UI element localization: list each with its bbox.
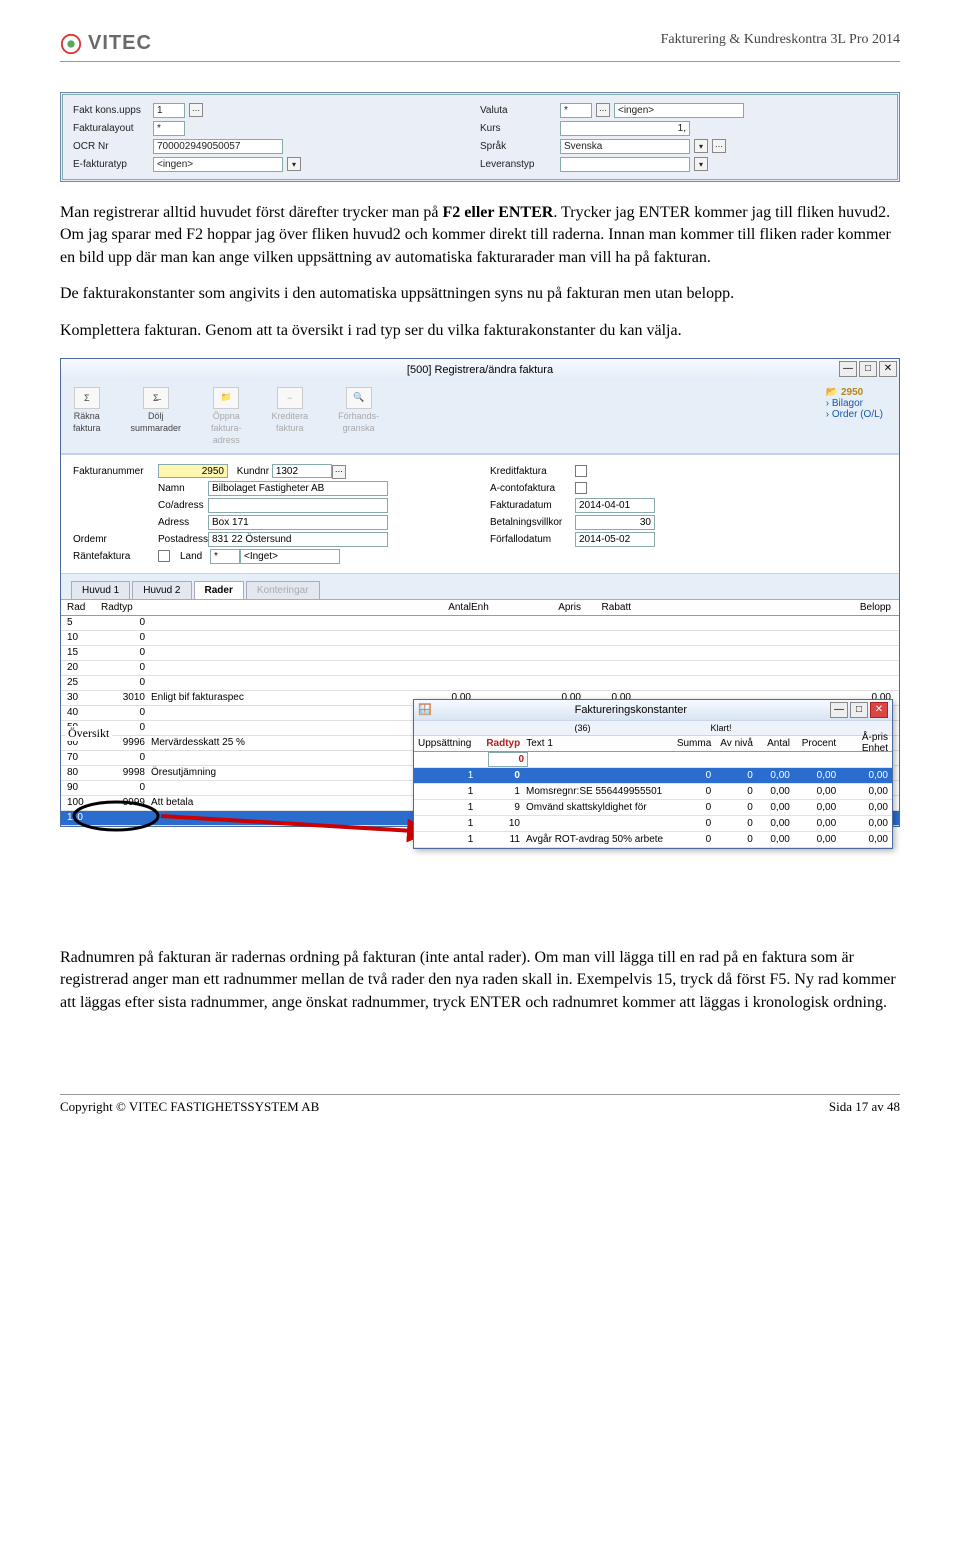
app-titlebar: [500] Registrera/ändra faktura — □ ✕ [61, 359, 899, 381]
window-icon: 🪟 [418, 703, 432, 716]
field-land[interactable]: * [210, 549, 240, 564]
tab-konteringar: Konteringar [246, 581, 320, 599]
app-window: [500] Registrera/ändra faktura — □ ✕ ΣRä… [60, 358, 900, 827]
field-fakt-kons-upps[interactable]: 1 [153, 103, 185, 118]
table-row[interactable]: 50 [61, 616, 899, 631]
toolbar-forhandsgranska: 🔍Förhands-granska [338, 387, 379, 445]
checkbox-kreditfaktura[interactable] [575, 465, 587, 477]
field-forfallodatum[interactable]: 2014-05-02 [575, 532, 655, 547]
field-postadress[interactable]: 831 22 Östersund [208, 532, 388, 547]
toolbar-rakna-faktura[interactable]: ΣRäknafaktura [73, 387, 101, 445]
field-fakturalayout[interactable]: * [153, 121, 185, 136]
link-order[interactable]: › Order (O/L) [826, 409, 883, 420]
paragraph-1: Man registrerar alltid huvudet först där… [60, 202, 900, 269]
tab-huvud2[interactable]: Huvud 2 [132, 581, 191, 599]
close-icon[interactable]: ✕ [870, 702, 888, 718]
list-item[interactable]: 11Momsregnr:SE 556449955501000,000,000,0… [414, 784, 892, 800]
tab-huvud1[interactable]: Huvud 1 [71, 581, 130, 599]
popup-input-row: 0 [414, 752, 892, 768]
link-bilagor[interactable]: › Bilagor [826, 398, 883, 409]
field-valuta-name: <ingen> [614, 103, 744, 118]
field-co[interactable] [208, 498, 388, 513]
body-text-2: Radnumren på fakturan är radernas ordnin… [60, 947, 900, 1014]
popup-status: (36)Klart! [414, 720, 892, 736]
overlay-oversikt: Översikt [65, 726, 112, 741]
close-icon[interactable]: ✕ [879, 361, 897, 377]
field-sprak[interactable]: Svenska [560, 139, 690, 154]
toolbar-oppna-fakturaadress: 📁Öppnafaktura-adress [211, 387, 242, 445]
minimize-icon[interactable]: — [830, 702, 848, 718]
selector-icon[interactable]: ⋯ [596, 103, 610, 117]
checkbox-rantefaktura[interactable] [158, 550, 170, 562]
field-valuta[interactable]: * [560, 103, 592, 118]
paragraph-2: De fakturakonstanter som angivits i den … [60, 283, 900, 305]
dropdown-icon[interactable]: ▾ [694, 157, 708, 171]
popup-header: Uppsättning Radtyp Text 1 Summa Av nivå … [414, 736, 892, 752]
page-header: VITEC Fakturering & Kundreskontra 3L Pro… [60, 32, 900, 62]
annotation-arrow [71, 798, 451, 858]
field-efakturatyp[interactable]: <ingen> [153, 157, 283, 172]
toolbar: ΣRäknafaktura Σ̶Döljsummarader 📁Öppnafak… [61, 381, 899, 454]
list-item[interactable]: 111Avgår ROT-avdrag 50% arbete000,000,00… [414, 832, 892, 848]
popup-faktureringskonstanter: 🪟 Faktureringskonstanter — □ ✕ (36)Klart… [413, 699, 893, 849]
field-betalningsvillkor[interactable]: 30 [575, 515, 655, 530]
field-kundnr[interactable]: 1302 [272, 464, 332, 478]
label-leveranstyp: Leveranstyp [480, 159, 560, 170]
toolbar-dolj-summarader[interactable]: Σ̶Döljsummarader [131, 387, 182, 445]
maximize-icon[interactable]: □ [859, 361, 877, 377]
label-fakt-kons-upps: Fakt kons.upps [73, 105, 153, 116]
page-footer: Copyright © VITEC FASTIGHETSSYSTEM AB Si… [60, 1094, 900, 1115]
field-fakturanummer[interactable]: 2950 [158, 464, 228, 478]
logo: VITEC [60, 32, 152, 55]
list-item[interactable]: 10000,000,000,00 [414, 768, 892, 784]
field-fakturadatum[interactable]: 2014-04-01 [575, 498, 655, 513]
field-adress[interactable]: Box 171 [208, 515, 388, 530]
field-kurs[interactable]: 1, [560, 121, 690, 136]
checkbox-acontofaktura[interactable] [575, 482, 587, 494]
label-valuta: Valuta [480, 105, 560, 116]
app-title-text: [500] Registrera/ändra faktura [407, 364, 553, 376]
table-row[interactable]: 250 [61, 676, 899, 691]
field-namn[interactable]: Bilbolaget Fastigheter AB [208, 481, 388, 496]
field-ocr-nr[interactable]: 700002949050057 [153, 139, 283, 154]
selector-icon[interactable]: ⋯ [189, 103, 203, 117]
logo-text: VITEC [88, 32, 152, 55]
folder-icon: 📂 [826, 387, 838, 398]
dropdown-icon[interactable]: ▾ [694, 139, 708, 153]
label-sprak: Språk [480, 141, 560, 152]
popup-radtyp-input[interactable]: 0 [488, 752, 528, 767]
popup-title-text: Faktureringskonstanter [432, 704, 830, 716]
label-efakturatyp: E-fakturatyp [73, 159, 153, 170]
table-row[interactable]: 100 [61, 631, 899, 646]
paragraph-4: Radnumren på fakturan är radernas ordnin… [60, 947, 900, 1014]
list-item[interactable]: 110000,000,000,00 [414, 816, 892, 832]
maximize-icon[interactable]: □ [850, 702, 868, 718]
footer-copyright: Copyright © VITEC FASTIGHETSSYSTEM AB [60, 1099, 319, 1115]
toolbar-right-links: 📂 2950 › Bilagor › Order (O/L) [826, 387, 883, 420]
label-fakturalayout: Fakturalayout [73, 123, 153, 134]
grid-header: Rad Radtyp Antal Enh Apris Rabatt Belopp [61, 600, 899, 616]
selector-icon[interactable]: ⋯ [332, 465, 346, 479]
toolbar-kreditera-faktura: −Krediterafaktura [272, 387, 309, 445]
selector-icon[interactable]: ⋯ [712, 139, 726, 153]
tab-rader[interactable]: Rader [194, 581, 244, 600]
paragraph-3: Komplettera fakturan. Genom att ta övers… [60, 320, 900, 342]
dropdown-icon[interactable]: ▾ [287, 157, 301, 171]
list-item[interactable]: 19Omvänd skattskyldighet för000,000,000,… [414, 800, 892, 816]
settings-panel: Fakt kons.upps1⋯ Fakturalayout* OCR Nr70… [60, 92, 900, 182]
logo-icon [60, 33, 82, 55]
doc-title: Fakturering & Kundreskontra 3L Pro 2014 [661, 32, 900, 48]
minimize-icon[interactable]: — [839, 361, 857, 377]
footer-page: Sida 17 av 48 [829, 1099, 900, 1115]
field-leveranstyp[interactable] [560, 157, 690, 172]
table-row[interactable]: 200 [61, 661, 899, 676]
table-row[interactable]: 150 [61, 646, 899, 661]
label-ocr-nr: OCR Nr [73, 141, 153, 152]
details-pane: Fakturanummer2950 Kundnr 1302⋯ NamnBilbo… [61, 454, 899, 574]
tabs: Huvud 1 Huvud 2 Rader Konteringar [61, 580, 899, 599]
body-text: Man registrerar alltid huvudet först där… [60, 202, 900, 342]
label-kurs: Kurs [480, 123, 560, 134]
